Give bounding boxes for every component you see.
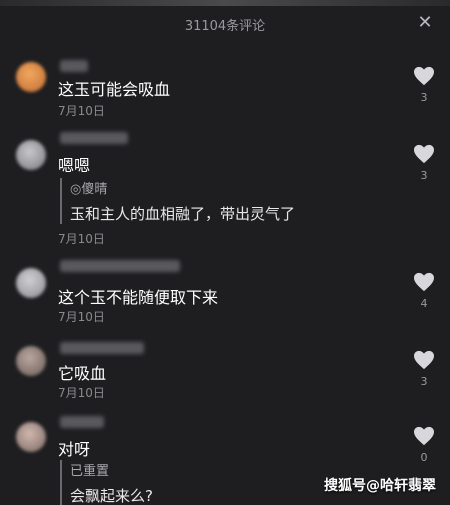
heart-icon bbox=[414, 272, 434, 292]
comment-item: 这玉可能会吸血 7月10日 3 bbox=[0, 58, 450, 128]
comment-item: 它吸血 7月10日 3 bbox=[0, 340, 450, 410]
comment-text: 对呀 bbox=[58, 440, 91, 459]
avatar[interactable] bbox=[16, 422, 46, 452]
username-blurred[interactable] bbox=[60, 60, 88, 72]
like-count: 0 bbox=[420, 451, 428, 464]
avatar[interactable] bbox=[16, 140, 46, 170]
like-button[interactable]: 3 bbox=[412, 144, 436, 182]
like-button[interactable]: 4 bbox=[412, 272, 436, 310]
quoted-reply: 已重置 会飘起来么? bbox=[60, 460, 153, 505]
quote-author: ◎傻晴 bbox=[70, 182, 108, 197]
comment-text: 这个玉不能随便取下来 bbox=[58, 288, 219, 307]
username-blurred[interactable] bbox=[60, 132, 128, 144]
close-icon[interactable]: ✕ bbox=[414, 12, 436, 34]
username-blurred[interactable] bbox=[60, 260, 180, 272]
comment-text: 它吸血 bbox=[58, 364, 107, 383]
username-blurred[interactable] bbox=[60, 342, 144, 354]
comment-item: 嗯嗯 ◎傻晴 玉和主人的血相融了，带出灵气了 7月10日 3 bbox=[0, 130, 450, 250]
like-count: 3 bbox=[420, 91, 428, 104]
like-button[interactable]: 0 bbox=[412, 426, 436, 464]
comment-count-title: 31104条评论 bbox=[184, 19, 266, 34]
comment-date: 7月10日 bbox=[58, 310, 105, 324]
like-count: 3 bbox=[420, 169, 428, 182]
heart-icon bbox=[414, 66, 434, 86]
avatar[interactable] bbox=[16, 268, 46, 298]
quoted-reply: ◎傻晴 玉和主人的血相融了，带出灵气了 bbox=[60, 178, 295, 224]
heart-icon bbox=[414, 144, 434, 164]
comment-date: 7月10日 bbox=[58, 232, 105, 246]
like-count: 4 bbox=[420, 297, 428, 310]
avatar[interactable] bbox=[16, 346, 46, 376]
like-count: 3 bbox=[420, 375, 428, 388]
comment-text: 这玉可能会吸血 bbox=[58, 80, 171, 99]
watermark: 搜狐号@哈轩翡翠 bbox=[324, 478, 436, 494]
avatar[interactable] bbox=[16, 62, 46, 92]
like-button[interactable]: 3 bbox=[412, 66, 436, 104]
heart-icon bbox=[414, 350, 434, 370]
quote-author: 已重置 bbox=[70, 464, 110, 479]
comment-text: 嗯嗯 bbox=[58, 156, 91, 175]
comment-item: 这个玉不能随便取下来 7月10日 4 bbox=[0, 258, 450, 328]
username-blurred[interactable] bbox=[60, 416, 104, 428]
like-button[interactable]: 3 bbox=[412, 350, 436, 388]
comments-header: 31104条评论 ✕ bbox=[0, 6, 450, 42]
heart-icon bbox=[414, 426, 434, 446]
quote-text: 玉和主人的血相融了，带出灵气了 bbox=[70, 205, 296, 223]
quote-text: 会飘起来么? bbox=[70, 487, 153, 505]
comment-date: 7月10日 bbox=[58, 386, 105, 400]
comment-date: 7月10日 bbox=[58, 104, 105, 118]
